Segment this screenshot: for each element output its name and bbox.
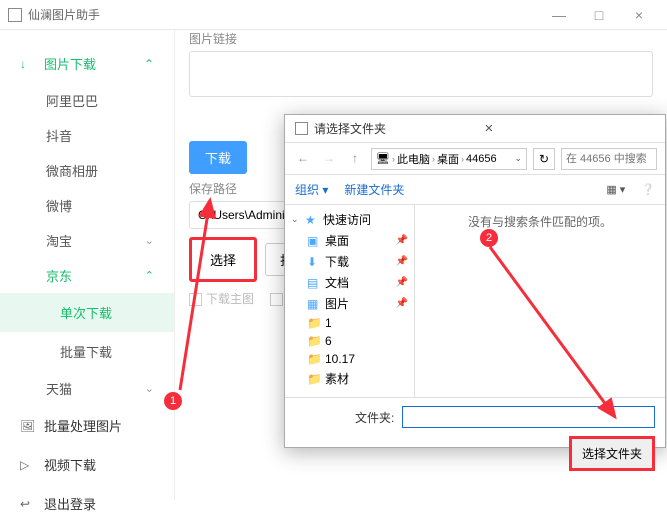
group-batch-process[interactable]: 🖼 批量处理图片: [0, 406, 174, 445]
group-label: 退出登录: [44, 494, 154, 513]
file-list: 没有与搜索条件匹配的项。: [415, 205, 665, 397]
sidebar-item-tmall[interactable]: 天猫⌄: [0, 371, 174, 406]
crumb-pc[interactable]: 此电脑: [397, 151, 430, 167]
sidebar-item-jd[interactable]: 京东⌃: [0, 258, 174, 293]
tree-folder-1017[interactable]: 📁10.17: [285, 350, 414, 368]
group-label: 视频下载: [44, 455, 154, 474]
video-icon: ▷: [20, 458, 36, 472]
empty-message: 没有与搜索条件匹配的项。: [423, 213, 657, 230]
sidebar-item-alibaba[interactable]: 阿里巴巴: [0, 83, 174, 118]
dialog-titlebar: 请选择文件夹 ×: [285, 115, 665, 143]
tree-pictures[interactable]: ▦图片📌: [285, 293, 414, 314]
download-button[interactable]: 下载: [189, 141, 247, 174]
dialog-nav: ← → ↑ 🖥 › 此电脑 › 桌面 › 44656 ⌄ ↻: [285, 143, 665, 175]
dialog-toolbar: 组织 ▾ 新建文件夹 ▦ ▾ ❔: [285, 175, 665, 205]
minimize-button[interactable]: —: [539, 7, 579, 23]
chevron-up-icon: ⌃: [145, 269, 154, 282]
sidebar-item-douyin[interactable]: 抖音: [0, 118, 174, 153]
group-label: 图片下载: [44, 54, 144, 73]
tree-documents[interactable]: ▤文档📌: [285, 272, 414, 293]
tree-folder-material[interactable]: 📁素材: [285, 368, 414, 389]
sidebar-item-weishang[interactable]: 微商相册: [0, 153, 174, 188]
link-label: 图片链接: [189, 30, 653, 47]
tree-folder-6[interactable]: 📁6: [285, 332, 414, 350]
dialog-close-button[interactable]: ×: [485, 120, 656, 137]
sidebar-item-taobao[interactable]: 淘宝⌄: [0, 223, 174, 258]
select-folder-button[interactable]: 选择文件夹: [569, 436, 655, 471]
crumb-dropdown-icon[interactable]: ⌄: [514, 153, 522, 164]
crumb-folder[interactable]: 44656: [466, 153, 497, 165]
dialog-footer: 文件夹: 选择文件夹: [285, 397, 665, 479]
sidebar-sub-single[interactable]: 单次下载: [0, 293, 174, 332]
chevron-down-icon: ⌄: [145, 382, 154, 395]
download-icon: ↓: [20, 57, 36, 71]
sidebar-item-weibo[interactable]: 微博: [0, 188, 174, 223]
search-input[interactable]: [561, 148, 657, 170]
folder-name-input[interactable]: [402, 406, 655, 428]
sidebar: ↓ 图片下载 ⌃ 阿里巴巴 抖音 微商相册 微博 淘宝⌄ 京东⌃ 单次下载 批量…: [0, 30, 175, 500]
help-button[interactable]: ❔: [641, 183, 655, 196]
tree-wps[interactable]: ›☁WPS云盘: [285, 395, 414, 397]
new-folder-button[interactable]: 新建文件夹: [344, 181, 404, 198]
nav-back-button[interactable]: ←: [293, 149, 313, 169]
link-input[interactable]: [189, 51, 653, 97]
folder-picker-dialog: 请选择文件夹 × ← → ↑ 🖥 › 此电脑 › 桌面 › 44656 ⌄ ↻ …: [284, 114, 666, 448]
pc-icon: 🖥: [376, 152, 390, 165]
image-icon: 🖼: [20, 419, 36, 433]
app-icon: [8, 8, 22, 22]
tree-quick-access[interactable]: ⌄★快速访问: [285, 209, 414, 230]
close-button[interactable]: ×: [619, 7, 659, 23]
breadcrumb[interactable]: 🖥 › 此电脑 › 桌面 › 44656 ⌄: [371, 148, 527, 170]
group-label: 批量处理图片: [44, 416, 154, 435]
sidebar-sub-batch[interactable]: 批量下载: [0, 332, 174, 371]
tree-downloads[interactable]: ⬇下载📌: [285, 251, 414, 272]
nav-forward-button[interactable]: →: [319, 149, 339, 169]
chevron-down-icon: ⌄: [145, 234, 154, 247]
tree-desktop[interactable]: ▣桌面📌: [285, 230, 414, 251]
tree-folder-1[interactable]: 📁1: [285, 314, 414, 332]
select-path-button[interactable]: 选择: [189, 237, 257, 282]
dialog-icon: [295, 122, 308, 135]
group-video-download[interactable]: ▷ 视频下载: [0, 445, 174, 484]
crumb-desktop[interactable]: 桌面: [437, 151, 459, 167]
logout-icon: ↩: [20, 497, 36, 511]
chevron-up-icon: ⌃: [144, 57, 154, 71]
maximize-button[interactable]: □: [579, 7, 619, 23]
group-logout[interactable]: ↩ 退出登录: [0, 484, 174, 523]
group-image-download[interactable]: ↓ 图片下载 ⌃: [0, 44, 174, 83]
nav-up-button[interactable]: ↑: [345, 149, 365, 169]
organize-button[interactable]: 组织 ▾: [295, 181, 328, 198]
dialog-title: 请选择文件夹: [314, 120, 485, 137]
folder-tree: ⌄★快速访问 ▣桌面📌 ⬇下载📌 ▤文档📌 ▦图片📌 📁1 📁6 📁10.17 …: [285, 205, 415, 397]
folder-field-label: 文件夹:: [355, 409, 394, 426]
refresh-button[interactable]: ↻: [533, 148, 555, 170]
title-bar: 仙澜图片助手 — □ ×: [0, 0, 667, 30]
app-title: 仙澜图片助手: [28, 6, 539, 23]
checkbox-main-image[interactable]: 下载主图: [189, 290, 254, 307]
view-button[interactable]: ▦ ▾: [606, 183, 625, 196]
